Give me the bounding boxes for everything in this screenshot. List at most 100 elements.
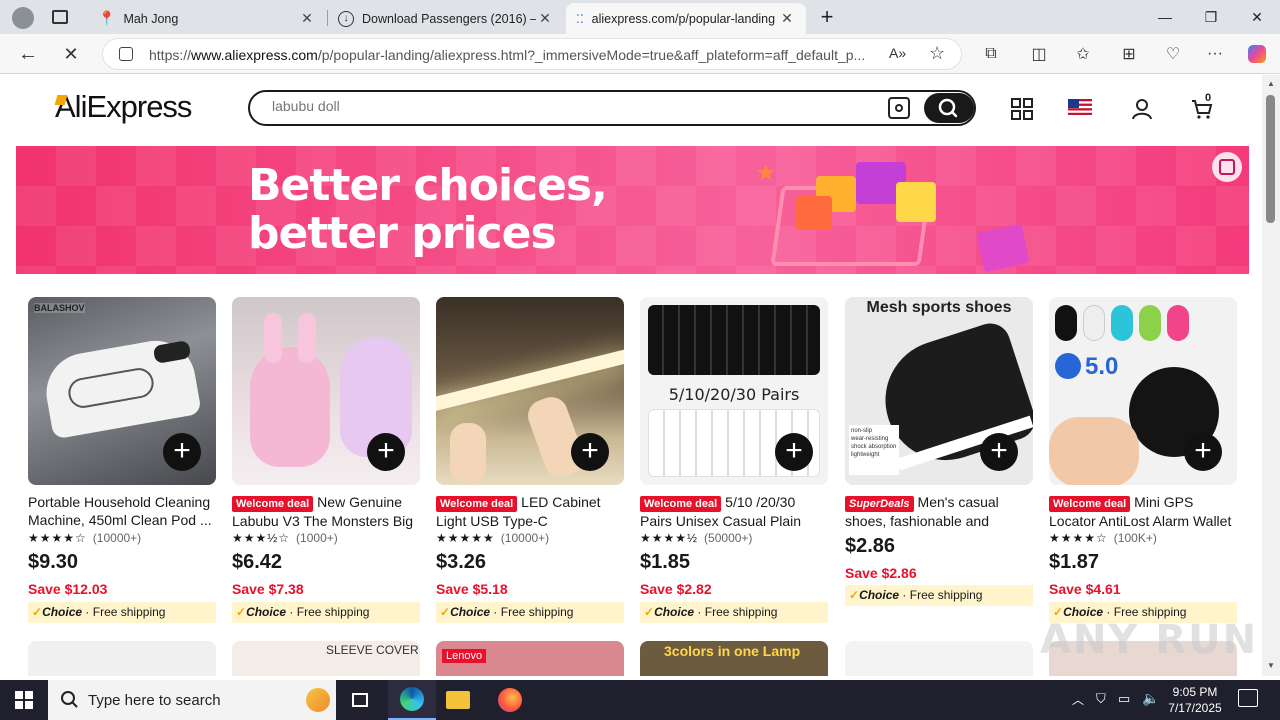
restore-button[interactable]: ❐: [1188, 0, 1234, 34]
firefox-icon[interactable]: [486, 680, 534, 720]
profile-avatar[interactable]: [12, 7, 34, 29]
us-flag-icon[interactable]: [1068, 99, 1092, 115]
stop-loading-icon[interactable]: ✕: [58, 42, 84, 66]
favorites-icon[interactable]: ✩: [1070, 42, 1096, 66]
banner-headline-1: Better choices,: [248, 160, 608, 211]
add-to-cart-button[interactable]: +: [571, 433, 609, 471]
product-savings: Save $4.61: [1049, 581, 1121, 597]
search-bar[interactable]: [248, 90, 976, 126]
tab-mahjong[interactable]: 📍 Mah Jong ✕: [88, 3, 326, 34]
windows-taskbar: Type here to search ︿ ⛉ ▭ 🔈 9:05 PM 7/17…: [0, 680, 1280, 720]
product-card[interactable]: BALASHOV + Portable Household Cleaning M…: [28, 297, 218, 627]
choice-shipping-badge: ✓Choice · Free shipping: [28, 602, 216, 623]
close-window-button[interactable]: ✕: [1234, 0, 1280, 34]
close-tab-icon[interactable]: ✕: [298, 10, 316, 27]
browser-essentials-icon[interactable]: ♡: [1160, 42, 1186, 66]
address-bar[interactable]: https://www.aliexpress.com/p/popular-lan…: [102, 38, 962, 70]
taskbar-search[interactable]: Type here to search: [48, 680, 336, 720]
security-tray-icon[interactable]: ⛉: [1096, 691, 1106, 707]
product-card-partial[interactable]: SLEEVE COVER: [232, 641, 420, 676]
site-info-icon[interactable]: [119, 47, 133, 61]
add-to-cart-button[interactable]: +: [163, 433, 201, 471]
read-aloud-icon[interactable]: A»: [889, 45, 906, 61]
product-price: $3.26: [436, 551, 487, 573]
aliexpress-logo[interactable]: AliExpress: [55, 89, 192, 125]
more-menu-icon[interactable]: ···: [1202, 42, 1228, 66]
close-tab-icon[interactable]: ✕: [778, 10, 796, 27]
scrollbar-thumb[interactable]: [1266, 95, 1275, 223]
add-to-cart-button[interactable]: +: [367, 433, 405, 471]
product-card-partial[interactable]: [845, 641, 1033, 676]
image-search-icon[interactable]: [888, 97, 910, 119]
product-title[interactable]: Welcome deal Mini GPS Locator AntiLost Al…: [1049, 493, 1239, 529]
download-icon: ↓: [338, 10, 354, 27]
product-rating: ★★★★☆ (100K+): [1049, 531, 1157, 545]
choice-shipping-badge: ✓Choice · Free shipping: [232, 602, 420, 623]
product-price: $2.86: [845, 535, 896, 557]
tab-download[interactable]: ↓ Download Passengers (2016) – NF ✕: [328, 3, 564, 34]
shopping-cart-illustration: [756, 162, 956, 274]
task-view-button[interactable]: [336, 680, 384, 720]
minimize-button[interactable]: —: [1142, 0, 1188, 34]
product-card-partial[interactable]: 3colors in one Lamp: [640, 641, 828, 676]
account-icon[interactable]: [1130, 97, 1154, 121]
product-title[interactable]: Welcome deal New Genuine Labubu V3 The Mo…: [232, 493, 422, 529]
product-price: $9.30: [28, 551, 79, 573]
add-to-cart-button[interactable]: +: [1184, 433, 1222, 471]
add-to-cart-button[interactable]: +: [775, 433, 813, 471]
product-title[interactable]: Welcome deal LED Cabinet Light USB Type-C…: [436, 493, 626, 529]
product-price: $1.85: [640, 551, 691, 573]
browser-tab-bar: 📍 Mah Jong ✕ ↓ Download Passengers (2016…: [0, 0, 1280, 34]
product-savings: Save $2.86: [845, 565, 917, 581]
extensions-icon[interactable]: ⧉: [978, 42, 1004, 66]
favorite-star-icon[interactable]: ☆: [929, 43, 945, 64]
tab-aliexpress[interactable]: ⁚⁚ aliexpress.com/p/popular-landing ✕: [566, 3, 806, 34]
watermark: ANY RUN: [1040, 617, 1259, 663]
edge-taskbar-icon[interactable]: [388, 680, 436, 720]
product-card-partial[interactable]: [28, 641, 216, 676]
choice-shipping-badge: ✓Choice · Free shipping: [640, 602, 828, 623]
banner-headline-2: better prices: [248, 208, 557, 259]
cart-count: 0: [1205, 92, 1212, 104]
taskbar-clock[interactable]: 9:05 PM 7/17/2025: [1160, 684, 1230, 716]
file-explorer-icon[interactable]: [434, 680, 482, 720]
promo-banner[interactable]: Better choices, better prices ★: [16, 146, 1249, 274]
scan-icon[interactable]: [1212, 152, 1242, 182]
tab-actions-icon[interactable]: [52, 10, 68, 24]
notifications-icon[interactable]: [1238, 689, 1258, 707]
choice-shipping-badge: ✓Choice · Free shipping: [436, 602, 624, 623]
product-title[interactable]: Welcome deal 5/10 /20/30 Pairs Unisex Cas…: [640, 493, 830, 529]
collections-icon[interactable]: ⊞: [1116, 42, 1142, 66]
url-text[interactable]: https://www.aliexpress.com/p/popular-lan…: [149, 47, 889, 63]
search-button[interactable]: [924, 93, 974, 123]
product-card[interactable]: Mesh sports shoes non-slip wear-resisting…: [845, 297, 1035, 627]
product-card[interactable]: + Welcome deal LED Cabinet Light USB Type…: [436, 297, 626, 627]
product-rating: ★★★★½ (50000+): [640, 531, 753, 545]
show-hidden-icons[interactable]: ︿: [1072, 691, 1084, 708]
product-card[interactable]: 5/10/20/30 Pairs + Welcome deal 5/10 /20/…: [640, 297, 830, 627]
split-screen-icon[interactable]: ◫: [1026, 42, 1052, 66]
product-rating: ★★★★☆ (10000+): [28, 531, 142, 545]
product-savings: Save $2.82: [640, 581, 712, 597]
star-decoration-icon: ★: [756, 160, 776, 185]
product-title[interactable]: Portable Household Cleaning Machine, 450…: [28, 493, 218, 529]
page-scrollbar[interactable]: ▲ ▼: [1262, 75, 1280, 676]
loading-icon: ⁚⁚: [576, 11, 584, 26]
product-card-partial[interactable]: Lenovo: [436, 641, 624, 676]
new-tab-button[interactable]: +: [816, 4, 838, 30]
qr-app-icon[interactable]: [1010, 97, 1034, 121]
copilot-icon[interactable]: [1244, 42, 1270, 66]
search-icon: [938, 98, 958, 118]
web-page: AliExpress 0 Better choices, better pric…: [0, 75, 1262, 676]
add-to-cart-button[interactable]: +: [980, 433, 1018, 471]
network-icon[interactable]: ▭: [1118, 691, 1130, 707]
close-tab-icon[interactable]: ✕: [536, 10, 554, 27]
product-title[interactable]: SuperDeals Men's casual shoes, fashionabl…: [845, 493, 1035, 529]
back-icon[interactable]: ←: [15, 42, 41, 66]
product-rating: ★★★★★ (10000+): [436, 531, 550, 545]
search-input[interactable]: [272, 98, 872, 114]
product-card[interactable]: 5.0 + Welcome deal Mini GPS Locator AntiL…: [1049, 297, 1239, 627]
volume-icon[interactable]: 🔈: [1142, 690, 1159, 707]
start-button[interactable]: [0, 680, 48, 720]
product-card[interactable]: + Welcome deal New Genuine Labubu V3 The …: [232, 297, 422, 627]
